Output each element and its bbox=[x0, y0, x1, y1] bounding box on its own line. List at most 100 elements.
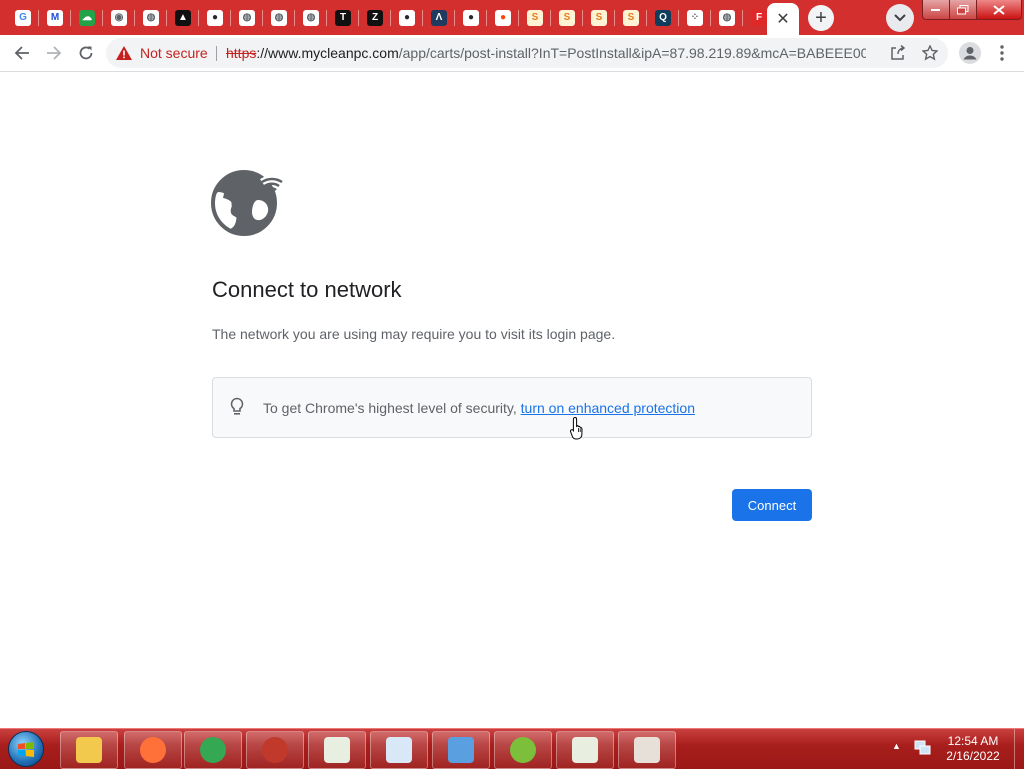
system-clock[interactable]: 12:54 AM 2/16/2022 bbox=[940, 734, 1006, 764]
browser-tab[interactable]: ◍ bbox=[263, 4, 295, 31]
start-button[interactable] bbox=[4, 730, 48, 768]
tab-separator bbox=[198, 10, 199, 26]
restore-button[interactable] bbox=[949, 0, 977, 20]
tab-separator bbox=[614, 10, 615, 26]
browser-tab[interactable]: ● bbox=[487, 4, 519, 31]
browser-tab[interactable]: ● bbox=[391, 4, 423, 31]
close-icon bbox=[993, 4, 1005, 15]
tab-separator bbox=[230, 10, 231, 26]
scratch-icon: S bbox=[623, 9, 639, 26]
chrome-icon: ◉ bbox=[111, 9, 127, 26]
browser-tab[interactable]: ◉ bbox=[103, 4, 135, 31]
minimize-icon bbox=[931, 8, 940, 11]
security-indicator[interactable]: Not secure bbox=[116, 38, 208, 68]
taskbar-app-button[interactable] bbox=[60, 731, 118, 769]
back-button[interactable] bbox=[8, 39, 36, 67]
clock-time: 12:54 AM bbox=[947, 734, 999, 748]
banner-message: To get Chrome's highest level of securit… bbox=[263, 400, 521, 416]
show-hidden-icons-button[interactable]: ▲ bbox=[892, 741, 901, 751]
browser-tab[interactable]: ◍ bbox=[711, 4, 743, 31]
browser-tab[interactable]: ● bbox=[199, 4, 231, 31]
taskbar-app-button[interactable] bbox=[184, 731, 242, 769]
browser-tab[interactable]: M bbox=[39, 4, 71, 31]
tab-search-button[interactable] bbox=[886, 4, 914, 32]
browser-tab[interactable]: Q bbox=[647, 4, 679, 31]
globe-icon: ◍ bbox=[271, 9, 287, 26]
browser-tab[interactable]: Z bbox=[359, 4, 391, 31]
minimize-button[interactable] bbox=[922, 0, 950, 20]
taskbar-app-button[interactable] bbox=[618, 731, 676, 769]
browser-toolbar: Not secure https://www.mycleanpc.com/app… bbox=[0, 35, 1024, 72]
kebab-menu-icon bbox=[1000, 45, 1004, 61]
globe-icon: ◍ bbox=[303, 9, 319, 26]
menu-button[interactable] bbox=[988, 39, 1016, 67]
tab-separator bbox=[390, 10, 391, 26]
github-icon: ● bbox=[207, 9, 223, 26]
browser-tab[interactable]: ◍ bbox=[135, 4, 167, 31]
clock-date: 2/16/2022 bbox=[946, 749, 1000, 763]
close-window-button[interactable] bbox=[976, 0, 1022, 20]
tab-separator bbox=[454, 10, 455, 26]
browser-tab[interactable]: Λ bbox=[423, 4, 455, 31]
url-text[interactable]: https://www.mycleanpc.com/app/carts/post… bbox=[226, 38, 866, 68]
windows-taskbar: ▲ 12:54 AM 2/16/2022 bbox=[0, 728, 1024, 769]
banner-text: To get Chrome's highest level of securit… bbox=[263, 400, 695, 416]
green-cloud-icon: ☁ bbox=[79, 9, 95, 26]
enhanced-protection-link[interactable]: turn on enhanced protection bbox=[521, 400, 695, 416]
network-tray-icon[interactable] bbox=[914, 740, 932, 756]
browser-tab[interactable]: ⁘ bbox=[679, 4, 711, 31]
taskbar-app-button[interactable] bbox=[556, 731, 614, 769]
show-desktop-button[interactable] bbox=[1014, 729, 1024, 769]
dots-icon: ⁘ bbox=[687, 9, 703, 26]
new-tab-button[interactable]: + bbox=[808, 5, 834, 31]
tab-separator bbox=[294, 10, 295, 26]
browser-tab[interactable]: ☁ bbox=[71, 4, 103, 31]
vercel-icon: ▲ bbox=[175, 9, 191, 26]
browser-tab[interactable]: T bbox=[327, 4, 359, 31]
reload-icon bbox=[79, 46, 93, 60]
share-button[interactable] bbox=[884, 39, 912, 67]
scratch-icon: S bbox=[559, 9, 575, 26]
hand-cursor-icon bbox=[570, 416, 583, 440]
taskbar-app-button[interactable] bbox=[124, 731, 182, 769]
tab-separator bbox=[710, 10, 711, 26]
reload-button[interactable] bbox=[72, 39, 100, 67]
browser-tab[interactable]: S bbox=[551, 4, 583, 31]
not-secure-label: Not secure bbox=[140, 45, 208, 61]
profile-button[interactable] bbox=[956, 39, 984, 67]
omnibox-divider bbox=[216, 46, 217, 61]
warning-triangle-icon bbox=[116, 46, 132, 60]
close-tab-icon[interactable]: ✕ bbox=[776, 9, 789, 29]
browser-tab[interactable]: ◍ bbox=[231, 4, 263, 31]
tab-strip: G M ☁ ◉ ◍ ▲ ● ◍ ◍ ◍ T Z ● Λ ● ● S S S S Q ⁘ ◍ F ✕ + bbox=[0, 0, 1024, 35]
taskbar-app-button[interactable] bbox=[370, 731, 428, 769]
bookmark-button[interactable] bbox=[916, 39, 944, 67]
active-tab[interactable]: ✕ bbox=[767, 3, 799, 35]
tab-separator bbox=[358, 10, 359, 26]
browser-tab[interactable]: S bbox=[615, 4, 647, 31]
browser-tab[interactable]: ● bbox=[455, 4, 487, 31]
browser-tab[interactable]: S bbox=[519, 4, 551, 31]
forward-button[interactable] bbox=[40, 39, 68, 67]
browser-tab[interactable]: ▲ bbox=[167, 4, 199, 31]
chevron-down-icon bbox=[894, 14, 906, 22]
connect-button[interactable]: Connect bbox=[732, 489, 812, 521]
browser-tab[interactable]: ◍ bbox=[295, 4, 327, 31]
github-icon: ● bbox=[463, 9, 479, 26]
red-app-icon bbox=[262, 737, 288, 763]
taskbar-app-button[interactable] bbox=[432, 731, 490, 769]
taskbar-app-button[interactable] bbox=[246, 731, 304, 769]
tab-separator bbox=[102, 10, 103, 26]
tab-separator bbox=[518, 10, 519, 26]
taskbar-app-button[interactable] bbox=[494, 731, 552, 769]
browser-tab[interactable]: G bbox=[7, 4, 39, 31]
tab-separator bbox=[550, 10, 551, 26]
url-scheme: https bbox=[226, 45, 257, 61]
chrome-icon bbox=[200, 737, 226, 763]
taskbar-app-button[interactable] bbox=[308, 731, 366, 769]
avatar-icon bbox=[959, 42, 981, 64]
browser-tab[interactable]: S bbox=[583, 4, 615, 31]
address-bar[interactable]: Not secure https://www.mycleanpc.com/app… bbox=[106, 38, 948, 68]
document-viewer-icon bbox=[572, 737, 598, 763]
qr-icon: Q bbox=[655, 9, 671, 26]
